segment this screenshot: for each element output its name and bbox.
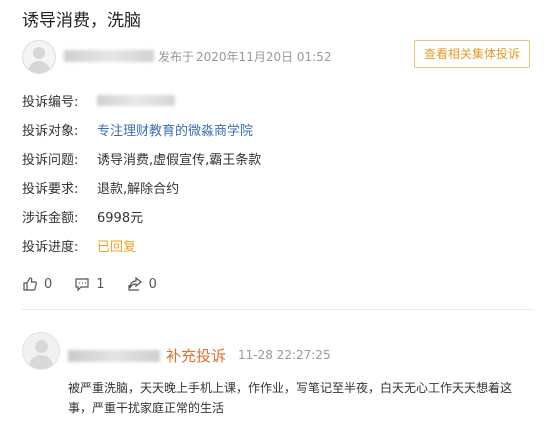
field-complaint-issue: 投诉问题: 诱导消费,虚假宣传,霸王条款 (22, 144, 261, 173)
publish-prefix: 发布于 (158, 50, 195, 64)
comment-count: 1 (96, 276, 105, 292)
complaint-target-link[interactable]: 专注理财教育的微淼商学院 (97, 120, 253, 139)
comment-button[interactable]: 1 (74, 276, 105, 292)
field-complaint-target: 投诉对象: 专注理财教育的微淼商学院 (22, 115, 261, 144)
comment-icon (75, 278, 89, 292)
reply-user-avatar[interactable] (22, 332, 60, 370)
field-value: 6998元 (97, 211, 144, 226)
field-complaint-amount: 涉诉金额: 6998元 (22, 202, 261, 231)
share-count: 0 (148, 276, 157, 292)
avatar-body-shape (29, 355, 53, 369)
complaint-fields: 投诉编号: 投诉对象: 专注理财教育的微淼商学院 投诉问题: 诱导消费,虚假宣传… (22, 86, 261, 260)
thumbs-up-icon (23, 277, 37, 291)
status-badge: 已回复 (97, 240, 137, 255)
view-collective-complaints-button[interactable]: 查看相关集体投诉 (413, 40, 530, 68)
action-bar: 0 1 0 (22, 276, 179, 292)
field-label: 投诉对象: (22, 124, 79, 139)
blurred-username (64, 50, 154, 62)
share-button[interactable]: 0 (127, 276, 157, 292)
publish-info: 发布于 2020年11月20日 01:52 (158, 48, 334, 65)
field-value: 退款,解除合约 (97, 182, 180, 197)
field-label: 涉诉金额: (22, 211, 79, 226)
complaint-title: 诱导消费，洗脑 (22, 11, 141, 31)
avatar-head-shape (35, 340, 48, 353)
avatar-body-shape (28, 61, 50, 73)
user-avatar[interactable] (22, 40, 56, 74)
reply-time: 11-28 22:27:25 (238, 348, 331, 362)
field-label: 投诉编号: (22, 95, 79, 110)
like-button[interactable]: 0 (22, 276, 52, 292)
field-label: 投诉要求: (22, 182, 79, 197)
field-complaint-id: 投诉编号: (22, 86, 261, 115)
like-count: 0 (44, 276, 53, 292)
share-icon (127, 276, 142, 291)
field-value: 诱导消费,虚假宣传,霸王条款 (97, 153, 262, 168)
blurred-complaint-id (97, 95, 175, 106)
publish-time: 2020年11月20日 01:52 (196, 50, 332, 64)
field-complaint-progress: 投诉进度: 已回复 (22, 231, 261, 260)
supplement-complaint-label: 补充投诉 (166, 347, 227, 365)
blurred-reply-username (68, 350, 160, 362)
field-complaint-request: 投诉要求: 退款,解除合约 (22, 173, 261, 202)
field-label: 投诉进度: (22, 240, 79, 255)
complaint-header: 发布于 2020年11月20日 01:52 查看相关集体投诉 (22, 40, 534, 74)
field-label: 投诉问题: (22, 153, 79, 168)
avatar-head-shape (33, 47, 45, 59)
section-divider (22, 309, 534, 310)
complaint-page: 诱导消费，洗脑 发布于 2020年11月20日 01:52 查看相关集体投诉 投诉… (0, 0, 550, 434)
reply-content: 被严重洗脑，天天晚上手机上课，作作业，写笔记至半夜，白天无心工作天天想着这事，严… (68, 381, 513, 415)
